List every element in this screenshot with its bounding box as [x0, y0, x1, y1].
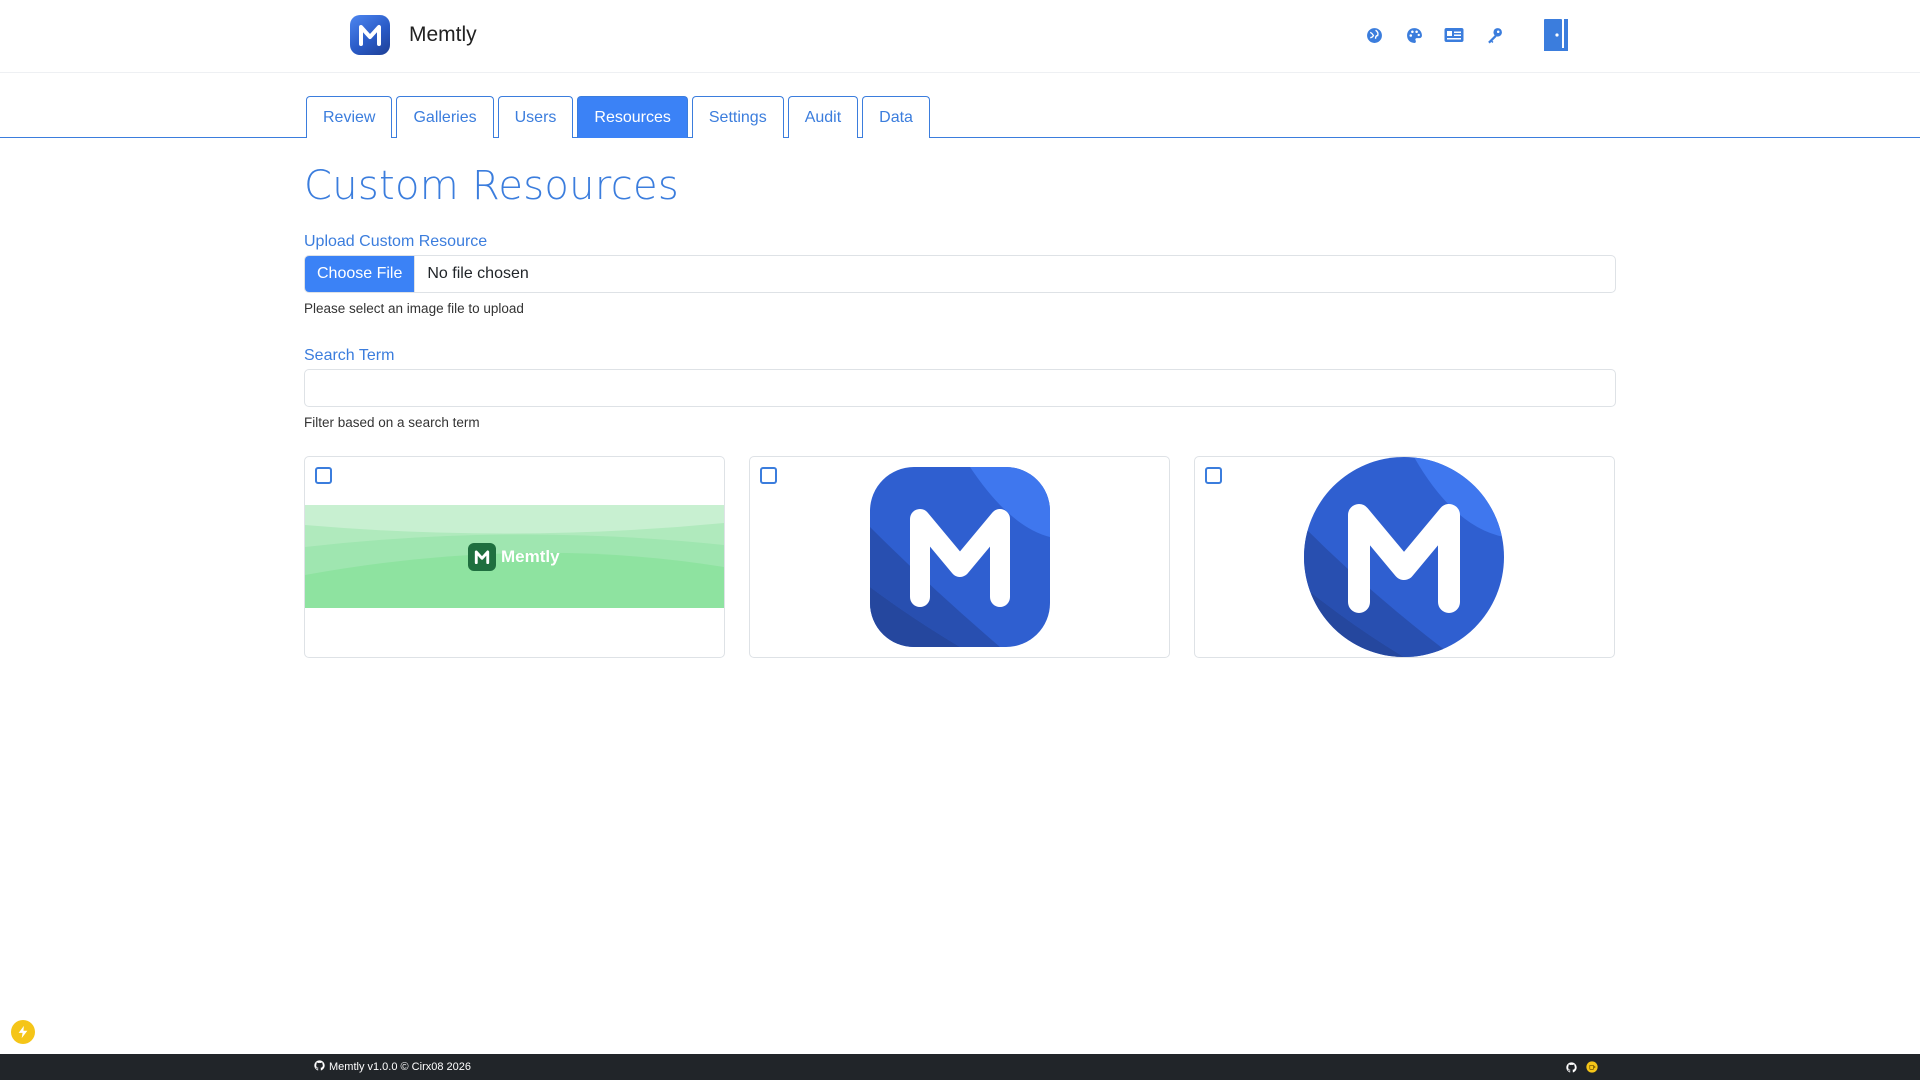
- search-help-text: Filter based on a search term: [304, 415, 480, 430]
- memtly-logo-icon: [350, 15, 390, 55]
- memtly-circle-icon: [1304, 457, 1504, 657]
- tab-settings[interactable]: Settings: [691, 96, 784, 138]
- logout-door-icon[interactable]: [1536, 18, 1576, 52]
- tab-audit[interactable]: Audit: [787, 96, 859, 138]
- search-input[interactable]: [304, 369, 1616, 407]
- key-icon[interactable]: [1474, 18, 1514, 52]
- top-header: Memtly: [0, 0, 1920, 73]
- resource-checkbox[interactable]: [760, 467, 777, 484]
- language-icon[interactable]: [1354, 18, 1394, 52]
- resource-card-icon-square[interactable]: [749, 456, 1170, 658]
- page-title: Custom Resources: [304, 163, 680, 209]
- resource-grid: Memtly: [304, 456, 1616, 658]
- footer-text[interactable]: Memtly v1.0.0 © Cirx08 2026: [329, 1061, 471, 1073]
- upload-help-text: Please select an image file to upload: [304, 301, 524, 316]
- banner-image: Memtly: [305, 505, 724, 608]
- upload-label: Upload Custom Resource: [304, 233, 488, 250]
- footer-links: [1566, 1054, 1598, 1080]
- lightning-bolt-icon[interactable]: [11, 1020, 35, 1044]
- resource-card-icon-circle[interactable]: [1194, 456, 1615, 658]
- tab-users[interactable]: Users: [497, 96, 574, 138]
- memtly-square-icon: [870, 467, 1050, 647]
- app-name: Memtly: [409, 23, 477, 46]
- main-content: Custom Resources Upload Custom Resource …: [304, 138, 1616, 658]
- choose-file-button[interactable]: Choose File: [305, 256, 416, 292]
- tab-galleries[interactable]: Galleries: [396, 96, 494, 138]
- tab-list: Review Galleries Users Resources Setting…: [306, 96, 934, 138]
- banner-logo: Memtly: [468, 543, 560, 571]
- header-actions: [1354, 18, 1576, 52]
- footer: Memtly v1.0.0 © Cirx08 2026: [0, 1054, 1920, 1080]
- tab-data[interactable]: Data: [862, 96, 930, 138]
- resource-checkbox[interactable]: [315, 467, 332, 484]
- tab-resources[interactable]: Resources: [577, 96, 688, 138]
- brand[interactable]: Memtly: [350, 15, 477, 55]
- palette-icon[interactable]: [1394, 18, 1434, 52]
- tab-review[interactable]: Review: [306, 96, 393, 138]
- memtly-mark-icon: [468, 543, 496, 571]
- resource-checkbox[interactable]: [1205, 467, 1222, 484]
- admin-tabs: Review Galleries Users Resources Setting…: [0, 96, 1920, 138]
- github-icon: [314, 1060, 325, 1074]
- github-link-icon[interactable]: [1566, 1061, 1577, 1073]
- coffee-donate-icon[interactable]: [1586, 1061, 1598, 1073]
- search-label: Search Term: [304, 347, 395, 364]
- banner-logo-text: Memtly: [501, 547, 560, 566]
- footer-credit: Memtly v1.0.0 © Cirx08 2026: [314, 1054, 471, 1080]
- file-status: No file chosen: [427, 265, 529, 282]
- resource-card-banner[interactable]: Memtly: [304, 456, 725, 658]
- id-card-icon[interactable]: [1434, 18, 1474, 52]
- file-upload-field[interactable]: Choose File No file chosen: [304, 255, 1616, 293]
